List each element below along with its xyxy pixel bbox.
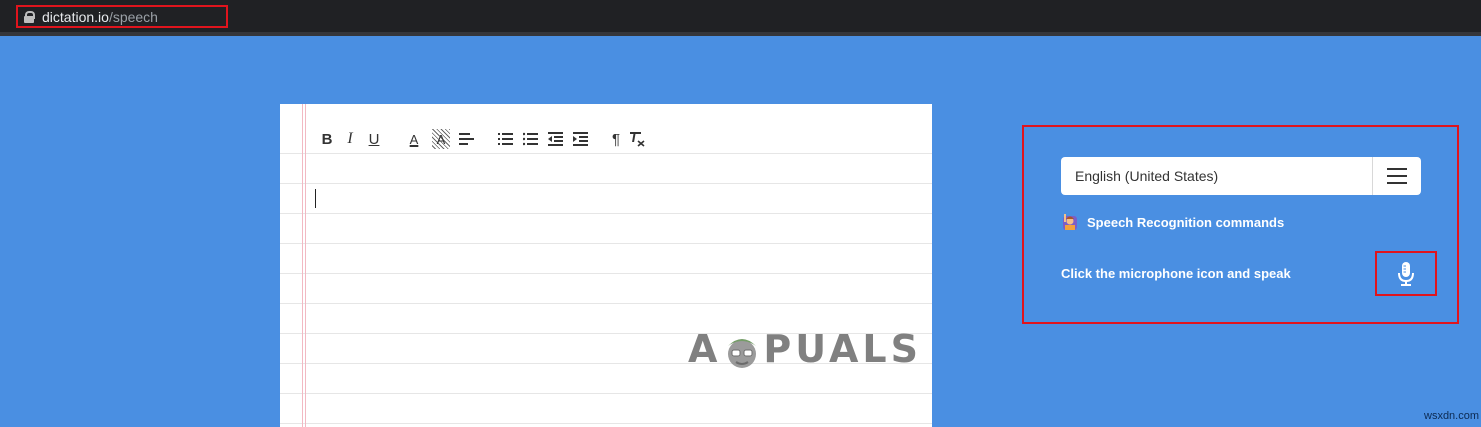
browser-divider bbox=[0, 32, 1481, 36]
margin-line bbox=[302, 104, 303, 427]
margin-line bbox=[305, 104, 306, 427]
indent-icon bbox=[573, 132, 588, 146]
microphone-button[interactable] bbox=[1375, 251, 1437, 296]
browser-titlebar: dictation.io /speech bbox=[0, 0, 1481, 32]
speech-commands-label: Speech Recognition commands bbox=[1087, 214, 1285, 230]
speak-prompt: Click the microphone icon and speak bbox=[1061, 266, 1291, 281]
align-button[interactable] bbox=[459, 129, 475, 149]
outdent-button[interactable] bbox=[548, 129, 564, 149]
speech-panel: English (United States) Speech Recogniti… bbox=[1022, 125, 1459, 324]
watermark-text-left: A bbox=[688, 327, 722, 371]
appuals-mascot-icon bbox=[723, 332, 761, 372]
address-bar[interactable]: dictation.io /speech bbox=[16, 5, 228, 28]
text-cursor bbox=[315, 189, 316, 208]
underline-button[interactable]: U bbox=[366, 129, 382, 149]
hamburger-menu-icon[interactable] bbox=[1373, 157, 1421, 195]
watermark-text-right: PUALS bbox=[763, 327, 922, 371]
highlight-button[interactable]: A bbox=[432, 129, 450, 149]
speech-commands-link[interactable]: Speech Recognition commands bbox=[1061, 213, 1284, 231]
text-color-button[interactable]: A bbox=[405, 129, 423, 149]
language-value: English (United States) bbox=[1075, 168, 1219, 184]
align-left-icon bbox=[459, 133, 474, 145]
url-domain: dictation.io bbox=[42, 8, 109, 25]
appuals-watermark: A PUALS bbox=[688, 327, 922, 372]
ordered-list-icon bbox=[498, 133, 513, 145]
dictation-editor[interactable]: B I U A A ¶ bbox=[280, 104, 932, 427]
bullet-list-button[interactable] bbox=[523, 129, 539, 149]
editor-toolbar: B I U A A ¶ bbox=[320, 129, 654, 149]
bullet-list-icon bbox=[523, 132, 538, 146]
outdent-icon bbox=[548, 132, 563, 146]
language-select[interactable]: English (United States) bbox=[1061, 157, 1421, 195]
source-watermark: wsxdn.com bbox=[1424, 410, 1480, 422]
ordered-list-button[interactable] bbox=[498, 129, 514, 149]
italic-button[interactable]: I bbox=[343, 129, 357, 149]
clear-format-icon bbox=[630, 132, 645, 147]
paragraph-icon: ¶ bbox=[612, 130, 621, 148]
indent-button[interactable] bbox=[573, 129, 589, 149]
url-path: /speech bbox=[108, 8, 158, 25]
bold-button[interactable]: B bbox=[320, 129, 334, 149]
paragraph-direction-button[interactable]: ¶ bbox=[612, 129, 620, 149]
microphone-icon bbox=[1398, 261, 1414, 286]
person-raising-hand-icon bbox=[1061, 213, 1079, 231]
lock-icon bbox=[24, 10, 35, 23]
clear-format-button[interactable] bbox=[629, 129, 645, 149]
